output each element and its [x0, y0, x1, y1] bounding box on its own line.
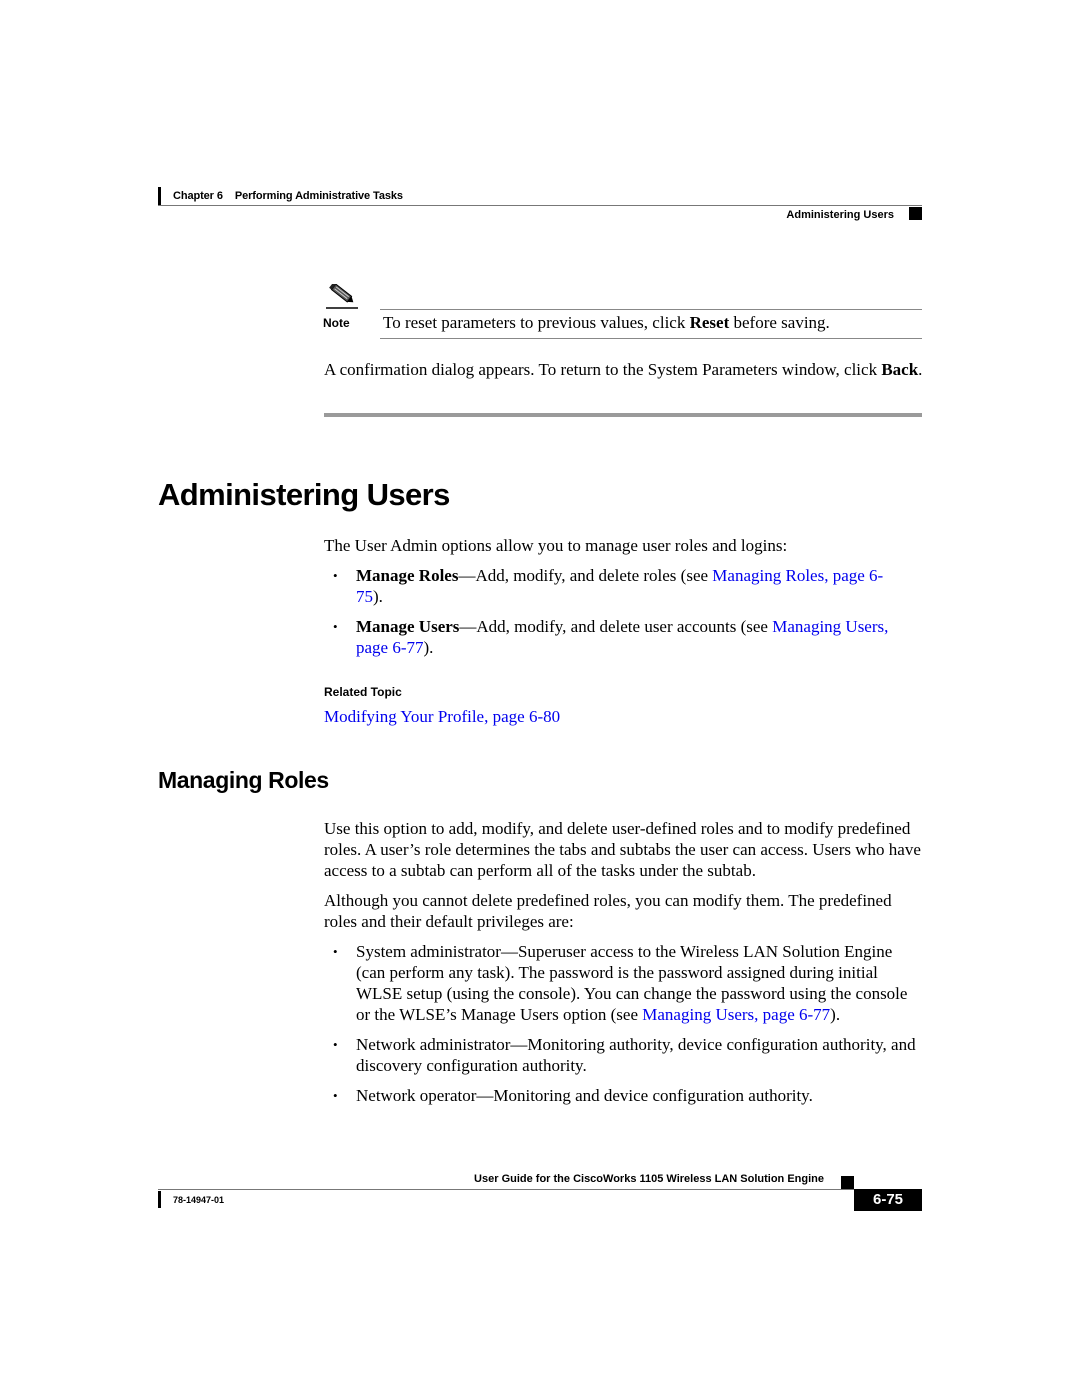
paragraph-text: .: [918, 360, 923, 379]
running-header-section: Administering Users: [786, 209, 894, 221]
bullet-icon: •: [333, 568, 338, 583]
intro-paragraph: The User Admin options allow you to mana…: [324, 536, 788, 555]
item-text: —Add, modify, and delete user accounts (…: [459, 617, 773, 636]
user-admin-options-list: • Manage Roles—Add, modify, and delete r…: [324, 565, 904, 667]
list-item-manage-users: • Manage Users—Add, modify, and delete u…: [324, 616, 904, 658]
running-header-chapter: Chapter 6 Performing Administrative Tasks: [173, 190, 403, 202]
item-bold: Manage Users: [356, 617, 460, 636]
bullet-icon: •: [333, 944, 338, 959]
note-label: Note: [323, 316, 350, 330]
footer-guide-title: User Guide for the CiscoWorks 1105 Wirel…: [474, 1173, 824, 1185]
item-text: —Add, modify, and delete roles (see: [458, 566, 713, 585]
paragraph-text: A confirmation dialog appears. To return…: [324, 360, 882, 379]
section-title-managing-roles: Managing Roles: [158, 767, 329, 793]
confirmation-paragraph: A confirmation dialog appears. To return…: [324, 359, 924, 380]
item-text: ).: [423, 638, 434, 657]
note-rule-bottom: [380, 338, 922, 339]
chapter-label: Chapter 6: [173, 190, 223, 202]
note-text: To reset parameters to previous values, …: [383, 313, 830, 333]
item-text: ).: [373, 587, 383, 606]
related-topic-label: Related Topic: [324, 685, 402, 699]
bold-back: Back: [881, 360, 919, 379]
list-item-network-administrator: • Network administrator—Monitoring autho…: [324, 1034, 924, 1076]
bullet-icon: •: [333, 1088, 338, 1103]
header-left-bar: [158, 187, 161, 205]
note-bold-reset: Reset: [689, 313, 730, 332]
predefined-roles-list: • System administrator—Superuser access …: [324, 941, 924, 1115]
item-text: Network administrator—Monitoring authori…: [356, 1035, 916, 1075]
link-managing-users-2[interactable]: Managing Users, page 6-77: [642, 1005, 830, 1024]
item-bold: Manage Roles: [356, 566, 459, 585]
bullet-icon: •: [333, 1037, 338, 1052]
footer-marker-block: [841, 1176, 854, 1190]
note-text-part: before saving.: [729, 313, 830, 332]
section-title-administering-users: Administering Users: [158, 477, 450, 512]
footer-rule: [158, 1189, 854, 1190]
chapter-title: Performing Administrative Tasks: [234, 190, 403, 202]
roles-paragraph-1: Use this option to add, modify, and dele…: [324, 819, 921, 880]
footer-doc-number: 78-14947-01: [173, 1195, 225, 1205]
list-item-network-operator: • Network operator—Monitoring and device…: [324, 1085, 924, 1106]
list-item-system-administrator: • System administrator—Superuser access …: [324, 941, 924, 1025]
header-rule: [158, 205, 922, 206]
list-item-manage-roles: • Manage Roles—Add, modify, and delete r…: [324, 565, 904, 607]
item-text: Network operator—Monitoring and device c…: [356, 1086, 813, 1105]
footer-left-bar: [158, 1191, 161, 1208]
page-number: 6-75: [854, 1189, 922, 1211]
pencil-icon: [325, 282, 359, 310]
note-text-part: To reset parameters to previous values, …: [383, 313, 690, 332]
bullet-icon: •: [333, 619, 338, 634]
roles-paragraph-2: Although you cannot delete predefined ro…: [324, 891, 892, 931]
link-modifying-your-profile[interactable]: Modifying Your Profile, page 6-80: [324, 707, 560, 727]
item-text: ).: [830, 1005, 841, 1024]
section-end-rule: [324, 413, 922, 417]
note-rule-top: [380, 309, 922, 310]
header-marker-block: [909, 207, 922, 220]
